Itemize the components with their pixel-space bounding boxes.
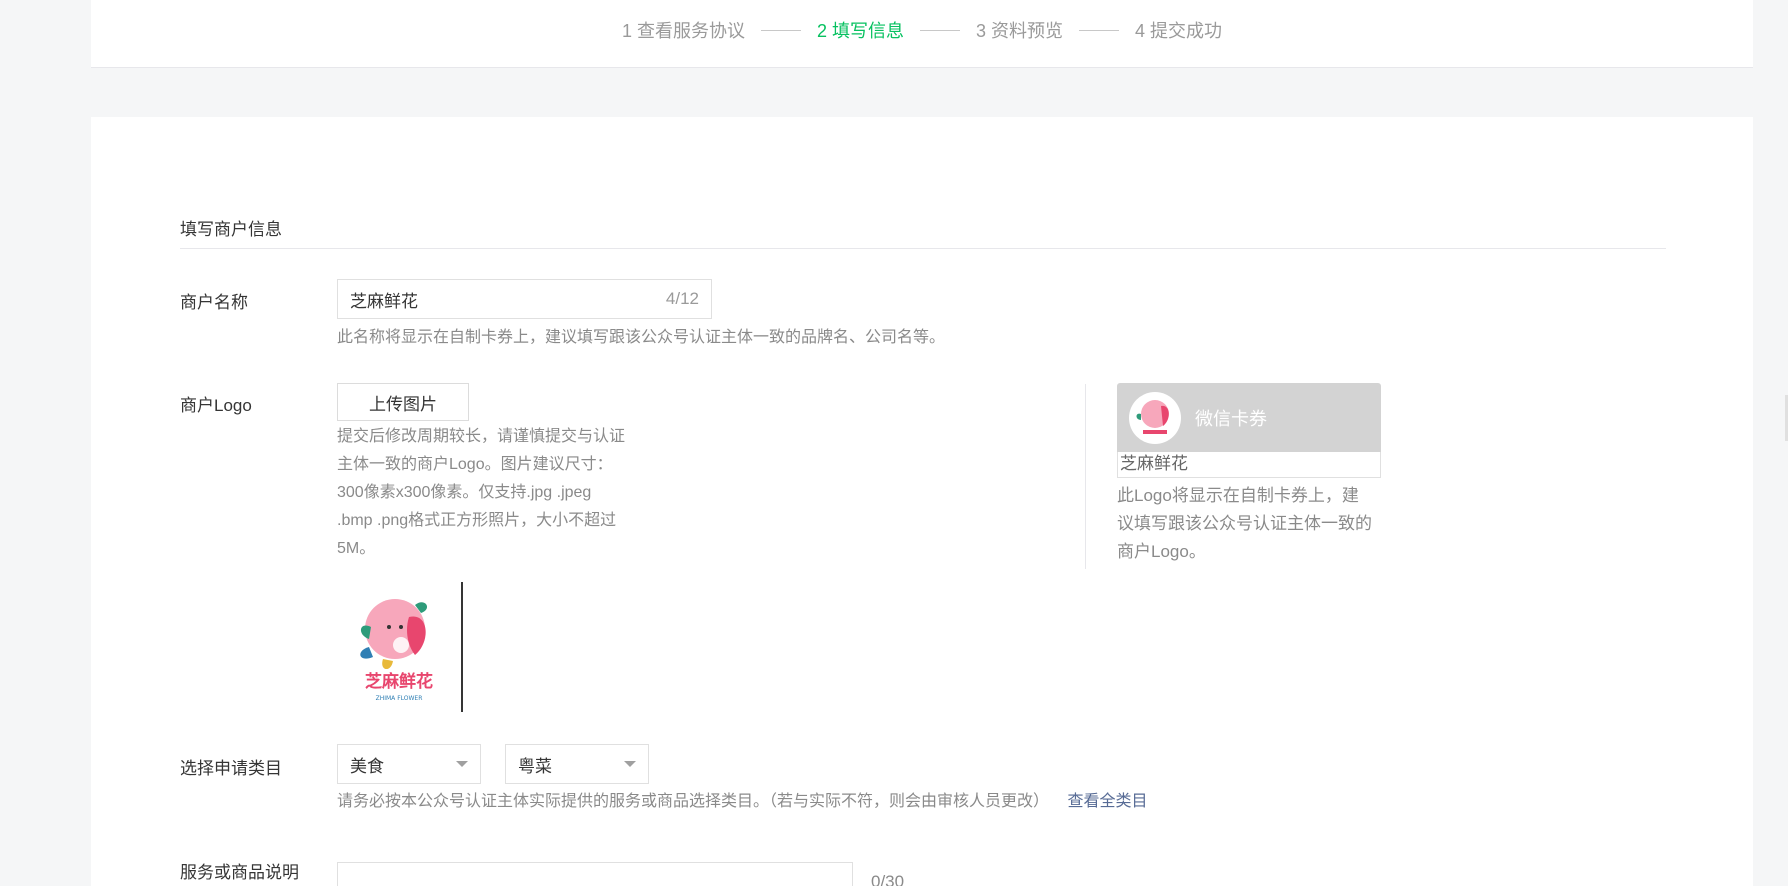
logo-tip: 提交后修改周期较长，请谨慎提交与认证 主体一致的商户Logo。图片建议尺寸： 3… [337, 423, 667, 563]
preview-header: 微信卡券 [1117, 383, 1381, 452]
logo-tip-line: 提交后修改周期较长，请谨慎提交与认证 [337, 428, 626, 445]
logo-tip-line: 5M。 [337, 540, 376, 557]
upload-image-button[interactable]: 上传图片 [337, 383, 469, 421]
step-separator [920, 29, 960, 31]
view-all-categories-link[interactable]: 查看全类目 [1067, 793, 1147, 810]
text-cursor [461, 582, 463, 712]
preview-tip: 此Logo将显示在自制卡券上，建 议填写跟该公众号认证主体一致的 商户Logo。 [1117, 482, 1381, 566]
description-label: 服务或商品说明 [180, 863, 299, 882]
step-bar: 1 查看服务协议 2 填写信息 3 资料预览 4 提交成功 [91, 0, 1753, 68]
chevron-down-icon [624, 761, 636, 767]
secondary-category-value: 粤菜 [518, 756, 552, 776]
flower-logo-icon: 芝麻鲜花 ZHIMA FLOWER [360, 599, 433, 702]
merchant-name-value: 芝麻鲜花 [350, 291, 418, 311]
merchant-name-input[interactable]: 芝麻鲜花 4/12 [337, 279, 712, 319]
step-separator [1079, 29, 1120, 31]
vertical-divider [1085, 384, 1086, 569]
step-3: 3 资料预览 [976, 21, 1064, 41]
description-input[interactable] [337, 862, 853, 886]
primary-category-value: 美食 [350, 756, 384, 776]
primary-category-select[interactable]: 美食 [337, 744, 481, 784]
uploaded-logo-image: 芝麻鲜花 ZHIMA FLOWER [349, 587, 449, 717]
step-1: 1 查看服务协议 [621, 21, 745, 41]
preview-title: 微信卡券 [1195, 408, 1267, 429]
category-tip-text: 请务必按本公众号认证主体实际提供的服务或商品选择类目。（若与实际不符，则会由审核… [337, 793, 1050, 810]
section-title: 填写商户信息 [180, 215, 1666, 249]
merchant-name-count: 4/12 [665, 289, 699, 308]
preview-merchant-name: 芝麻鲜花 [1117, 452, 1381, 478]
svg-text:芝麻鲜花: 芝麻鲜花 [365, 671, 433, 692]
logo-label: 商户Logo [180, 396, 252, 415]
card-preview: 微信卡券 芝麻鲜花 此Logo将显示在自制卡券上，建 议填写跟该公众号认证主体一… [1117, 383, 1381, 566]
preview-tip-line: 此Logo将显示在自制卡券上，建 [1117, 486, 1359, 505]
svg-text:ZHIMA FLOWER: ZHIMA FLOWER [376, 695, 423, 702]
description-count: 0/30 [871, 872, 905, 886]
preview-logo-icon [1129, 391, 1181, 444]
steps: 1 查看服务协议 2 填写信息 3 资料预览 4 提交成功 [91, 17, 1753, 43]
preview-tip-line: 议填写跟该公众号认证主体一致的 [1117, 514, 1372, 533]
logo-tip-line: 主体一致的商户Logo。图片建议尺寸： [337, 456, 613, 473]
secondary-category-select[interactable]: 粤菜 [505, 744, 649, 784]
logo-tip-line: 300像素x300像素。仅支持.jpg .jpeg [337, 484, 592, 501]
merchant-name-tip: 此名称将显示在自制卡券上，建议填写跟该公众号认证主体一致的品牌名、公司名等。 [337, 329, 946, 346]
category-label: 选择申请类目 [180, 759, 282, 778]
category-tip: 请务必按本公众号认证主体实际提供的服务或商品选择类目。（若与实际不符，则会由审核… [337, 788, 1147, 816]
merchant-name-label: 商户名称 [180, 293, 248, 312]
preview-tip-line: 商户Logo。 [1117, 542, 1206, 561]
step-4: 4 提交成功 [1135, 21, 1223, 41]
form-card: 填写商户信息 商户名称 芝麻鲜花 4/12 此名称将显示在自制卡券上，建议填写跟… [91, 117, 1753, 886]
step-separator [760, 29, 801, 31]
logo-tip-line: .bmp .png格式正方形照片，大小不超过 [337, 512, 617, 529]
chevron-down-icon [456, 761, 468, 767]
step-2: 2 填写信息 [816, 21, 904, 41]
